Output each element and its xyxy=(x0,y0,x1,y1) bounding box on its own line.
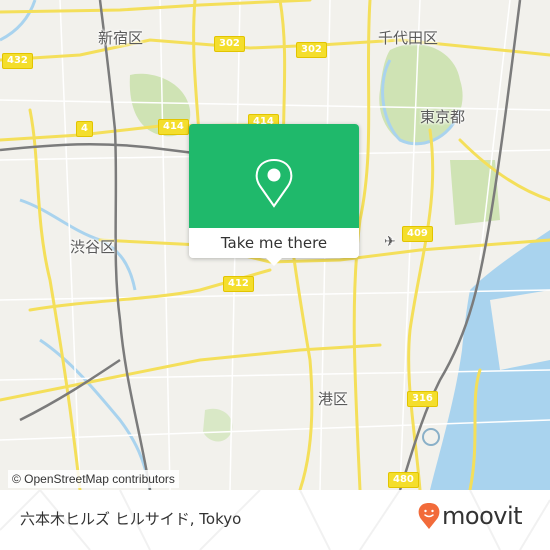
road-shield-4: 4 xyxy=(76,121,93,137)
moovit-wordmark: moovit xyxy=(442,502,523,530)
district-label-shibuya: 渋谷区 xyxy=(70,238,116,256)
map-view[interactable]: 新宿区 千代田区 東京都 渋谷区 港区 432 302 302 4 414 41… xyxy=(0,0,550,490)
location-popup: Take me there xyxy=(189,124,359,266)
map-attribution[interactable]: © OpenStreetMap contributors xyxy=(8,470,179,488)
landfill xyxy=(490,290,550,370)
moovit-logo[interactable]: moovit xyxy=(418,502,523,530)
place-name: 六本木ヒルズ ヒルサイド, Tokyo xyxy=(20,510,242,528)
road-shield-414: 414 xyxy=(158,119,189,135)
loop xyxy=(422,428,440,446)
river xyxy=(0,0,37,42)
moovit-pin-icon xyxy=(418,503,440,529)
popup-header xyxy=(189,124,359,228)
road-shield-432: 432 xyxy=(2,53,33,69)
road-shield-316: 316 xyxy=(407,391,438,407)
popup-pointer xyxy=(265,257,283,266)
road-shield-412: 412 xyxy=(223,276,254,292)
take-me-there-button[interactable]: Take me there xyxy=(189,228,359,258)
meguro-river xyxy=(39,338,152,490)
district-label-chiyoda: 千代田区 xyxy=(378,29,439,47)
district-label-minato: 港区 xyxy=(318,390,349,408)
footer: 六本木ヒルズ ヒルサイド, Tokyo moovit xyxy=(0,490,550,550)
airplane-icon: ✈ xyxy=(384,234,396,250)
district-label-shinjuku: 新宿区 xyxy=(98,29,144,47)
district-label-tokyo: 東京都 xyxy=(420,108,466,126)
road-shield-302: 302 xyxy=(296,42,327,58)
road-shield-480: 480 xyxy=(388,472,419,488)
road-shield-409: 409 xyxy=(402,226,433,242)
park xyxy=(203,408,233,442)
map-pin-icon xyxy=(255,158,293,208)
road-shield-302: 302 xyxy=(214,36,245,52)
